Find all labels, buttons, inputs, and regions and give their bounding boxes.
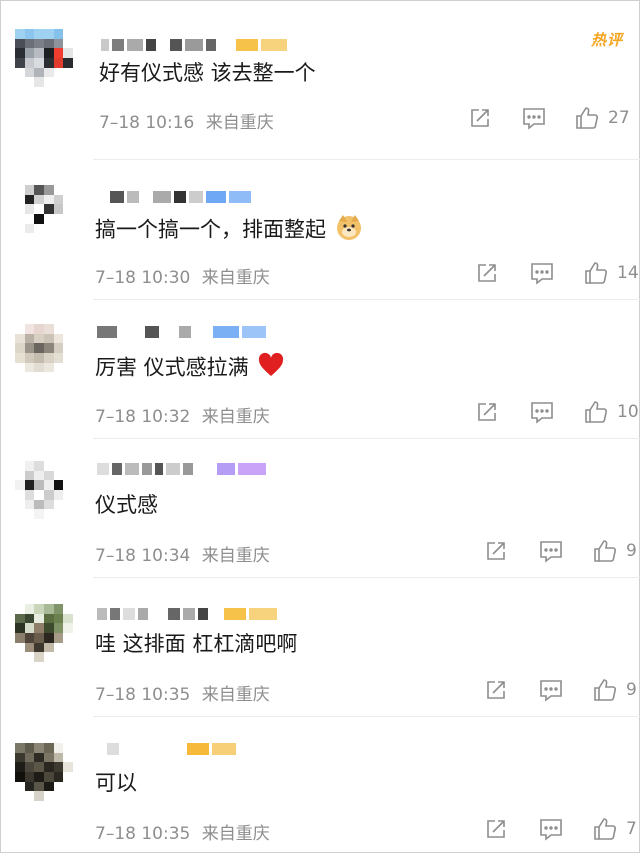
hot-comment-badge: 热评 — [590, 31, 623, 49]
like-count: 14 — [617, 263, 639, 283]
comment-text: 好有仪式感 该去整一个 — [99, 61, 316, 85]
share-icon[interactable] — [475, 261, 499, 285]
comment-location: 来自重庆 — [201, 685, 270, 705]
comment-icon[interactable] — [538, 817, 564, 841]
comment-text: 仪式感 — [95, 493, 158, 517]
comment-actions: 7 — [484, 816, 637, 842]
comment-text-content: 搞一个搞一个，排面整起 — [95, 217, 326, 242]
comment-item: 仪式感 7–18 10:34 来自重庆 9 — [1, 439, 640, 578]
comment-time: 7–18 10:35 — [95, 685, 191, 705]
like-count: 9 — [626, 541, 637, 561]
comment-icon[interactable] — [529, 261, 555, 285]
thumbs-up-icon — [585, 401, 608, 423]
like-count: 10 — [617, 402, 639, 422]
avatar[interactable] — [15, 743, 73, 801]
comment-meta: 7–18 10:32 来自重庆 — [95, 402, 270, 427]
comment-meta: 7–18 10:30 来自重庆 — [95, 263, 270, 288]
like-button[interactable]: 9 — [592, 677, 637, 703]
comment-actions: 9 — [484, 538, 637, 564]
share-icon[interactable] — [484, 678, 508, 702]
comment-meta: 7–18 10:35 来自重庆 — [95, 819, 270, 844]
comment-time: 7–18 10:32 — [95, 407, 191, 427]
comment-text: 搞一个搞一个，排面整起 — [95, 213, 363, 248]
comment-actions: 9 — [484, 677, 637, 703]
comment-text-content: 厉害 仪式感拉满 — [95, 355, 249, 380]
comment-time: 7–18 10:35 — [95, 824, 191, 844]
comment-location: 来自重庆 — [205, 113, 274, 133]
thumbs-up-icon — [576, 107, 599, 129]
share-icon[interactable] — [484, 817, 508, 841]
like-button[interactable]: 14 — [583, 260, 639, 286]
like-count: 27 — [608, 108, 630, 128]
avatar[interactable] — [15, 461, 73, 519]
username-blurred[interactable] — [97, 189, 251, 205]
avatar[interactable] — [15, 29, 73, 87]
share-icon[interactable] — [484, 539, 508, 563]
username-blurred[interactable] — [97, 324, 266, 340]
comment-meta: 7–18 10:35 来自重庆 — [95, 680, 270, 705]
thumbs-up-icon — [594, 679, 617, 701]
comment-icon[interactable] — [521, 106, 547, 130]
comment-meta: 7–18 10:34 来自重庆 — [95, 541, 270, 566]
comment-actions: 14 — [475, 260, 639, 286]
comment-location: 来自重庆 — [201, 546, 270, 566]
comment-time: 7–18 10:34 — [95, 546, 191, 566]
comment-item: 哇 这排面 杠杠滴吧啊 7–18 10:35 来自重庆 9 — [1, 578, 640, 717]
comment-location: 来自重庆 — [201, 268, 270, 288]
thumbs-up-icon — [594, 540, 617, 562]
heart-emoji — [257, 352, 285, 385]
comment-time: 7–18 10:16 — [99, 113, 195, 133]
like-count: 7 — [626, 819, 637, 839]
comment-location: 来自重庆 — [201, 407, 270, 427]
comment-text: 厉害 仪式感拉满 — [95, 352, 285, 385]
avatar[interactable] — [15, 604, 73, 662]
doge-emoji — [335, 213, 363, 248]
comment-meta: 7–18 10:16 来自重庆 — [99, 108, 274, 133]
comment-item: 热评 好有仪式感 该去整一个 7–18 10:16 来自重庆 27 — [1, 1, 640, 161]
like-button[interactable]: 9 — [592, 538, 637, 564]
like-count: 9 — [626, 680, 637, 700]
comment-icon[interactable] — [529, 400, 555, 424]
comment-text: 可以 — [95, 771, 137, 795]
thumbs-up-icon — [594, 818, 617, 840]
comment-actions: 10 — [475, 399, 639, 425]
like-button[interactable]: 7 — [592, 816, 637, 842]
username-blurred[interactable] — [97, 606, 277, 622]
like-button[interactable]: 10 — [583, 399, 639, 425]
username-blurred[interactable] — [101, 37, 287, 53]
share-icon[interactable] — [475, 400, 499, 424]
comment-item: 可以 7–18 10:35 来自重庆 7 — [1, 717, 640, 854]
share-icon[interactable] — [468, 106, 492, 130]
username-blurred[interactable] — [107, 741, 236, 757]
avatar[interactable] — [15, 185, 73, 243]
comment-item: 厉害 仪式感拉满 7–18 10:32 来自重庆 10 — [1, 300, 640, 439]
like-button[interactable]: 27 — [574, 105, 630, 131]
comment-time: 7–18 10:30 — [95, 268, 191, 288]
comment-text: 哇 这排面 杠杠滴吧啊 — [95, 632, 298, 656]
thumbs-up-icon — [585, 262, 608, 284]
avatar[interactable] — [15, 324, 73, 382]
username-blurred[interactable] — [97, 461, 266, 477]
comment-icon[interactable] — [538, 678, 564, 702]
divider — [93, 159, 640, 160]
comment-item: 搞一个搞一个，排面整起 7–18 10:30 来自重庆 14 — [1, 161, 640, 300]
comment-icon[interactable] — [538, 539, 564, 563]
comment-actions: 27 — [468, 105, 630, 131]
comment-location: 来自重庆 — [201, 824, 270, 844]
